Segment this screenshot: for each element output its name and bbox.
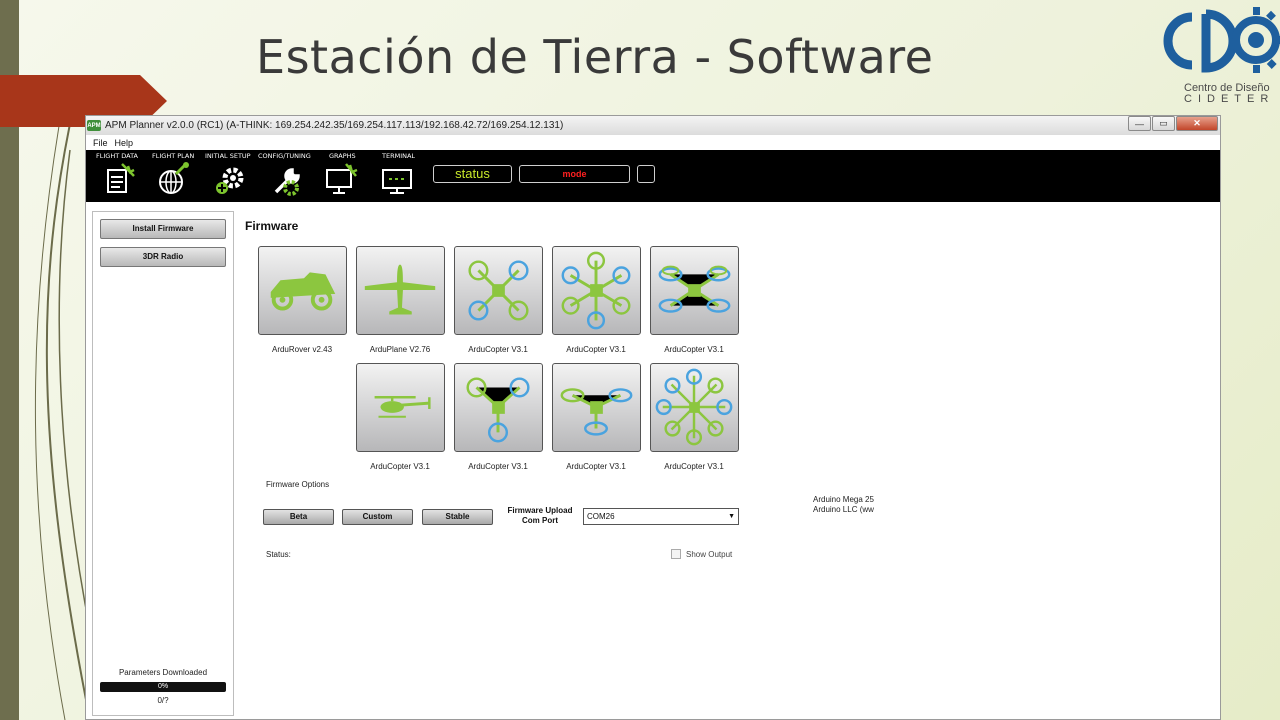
- toolbar-graphs[interactable]: GRAPHS: [326, 152, 371, 200]
- show-output-checkbox[interactable]: [671, 549, 681, 559]
- firmware-tile-label: ArduCopter V3.1: [468, 345, 528, 354]
- parameters-count: 0/?: [157, 696, 169, 705]
- com-port-select[interactable]: COM26 ▼: [583, 508, 739, 525]
- toolbar-label: FLIGHT DATA: [96, 152, 138, 160]
- rover-icon: [270, 272, 336, 311]
- flight-plan-icon: [159, 162, 189, 194]
- menu-help[interactable]: Help: [115, 138, 134, 148]
- y3-icon: [560, 388, 633, 436]
- toolbar-label: FLIGHT PLAN: [152, 152, 195, 160]
- window-controls: — ▭ ✕: [1127, 116, 1218, 131]
- toolbar-flight-plan[interactable]: FLIGHT PLAN: [152, 152, 204, 200]
- connect-indicator[interactable]: [637, 165, 655, 183]
- status-indicator: status: [433, 165, 512, 183]
- terminal-icon: [382, 169, 412, 194]
- beta-button[interactable]: Beta: [263, 509, 334, 525]
- tri-icon: [466, 377, 530, 443]
- firmware-upload-com-port-label: Firmware Upload Com Port: [507, 506, 573, 525]
- firmware-tile-rover[interactable]: [258, 246, 347, 335]
- setup-sidebar: Install Firmware 3DR Radio Parameters Do…: [92, 211, 234, 716]
- firmware-tile-heli[interactable]: [356, 363, 445, 452]
- firmware-options-label: Firmware Options: [266, 480, 330, 489]
- octa-icon: [655, 368, 733, 446]
- stable-button[interactable]: Stable: [422, 509, 493, 525]
- custom-button[interactable]: Custom: [342, 509, 413, 525]
- apm-planner-window: APM APM Planner v2.0.0 (RC1) (A-THINK: 1…: [85, 115, 1221, 720]
- main-toolbar: FLIGHT DATA FLIGHT PLAN INITIAL SETUP CO…: [86, 150, 1220, 202]
- plane-icon: [364, 264, 436, 315]
- close-button[interactable]: ✕: [1176, 116, 1218, 131]
- firmware-tile-tri[interactable]: [454, 363, 543, 452]
- config-tuning-icon: [274, 168, 300, 196]
- 3dr-radio-button[interactable]: 3DR Radio: [100, 247, 226, 267]
- app-icon: APM: [87, 120, 101, 131]
- firmware-title: Firmware: [245, 219, 299, 233]
- firmware-tile-label: ArduCopter V3.1: [566, 462, 626, 471]
- window-title: APM Planner v2.0.0 (RC1) (A-THINK: 169.2…: [105, 120, 564, 131]
- menu-bar: File Help: [86, 135, 1220, 150]
- y6-icon: [658, 265, 731, 313]
- firmware-tile-y6[interactable]: [650, 246, 739, 335]
- install-firmware-button[interactable]: Install Firmware: [100, 219, 226, 239]
- firmware-tile-plane[interactable]: [356, 246, 445, 335]
- show-output-toggle[interactable]: Show Output: [671, 549, 732, 559]
- firmware-tile-label: ArduCopter V3.1: [468, 462, 528, 471]
- minimize-button[interactable]: —: [1128, 116, 1151, 131]
- firmware-tile-label: ArduRover v2.43: [271, 345, 333, 354]
- toolbar-label: CONFIG/TUNING: [258, 152, 311, 160]
- firmware-tile-label: ArduCopter V3.1: [664, 462, 724, 471]
- toolbar-initial-setup[interactable]: INITIAL SETUP: [205, 152, 261, 200]
- firmware-tile-label: ArduCopter V3.1: [566, 345, 626, 354]
- graphs-icon: [326, 163, 358, 194]
- board-info: Arduino Mega 25 Arduino LLC (ww: [813, 495, 879, 515]
- firmware-tile-octa[interactable]: [650, 363, 739, 452]
- toolbar-terminal[interactable]: TERMINAL: [382, 152, 424, 200]
- mode-indicator: mode: [519, 165, 630, 183]
- firmware-tile-label: ArduPlane V2.76: [369, 345, 431, 354]
- slide-title: Estación de Tierra - Software: [256, 30, 934, 84]
- toolbar-config-tuning[interactable]: CONFIG/TUNING: [258, 152, 320, 200]
- firmware-tile-y3[interactable]: [552, 363, 641, 452]
- flight-data-icon: [107, 163, 135, 193]
- window-titlebar[interactable]: APM APM Planner v2.0.0 (RC1) (A-THINK: 1…: [86, 116, 1220, 135]
- initial-setup-icon: [216, 167, 244, 194]
- toolbar-label: TERMINAL: [382, 152, 416, 160]
- status-label: Status:: [266, 550, 291, 559]
- com-port-value: COM26: [587, 512, 615, 521]
- maximize-button[interactable]: ▭: [1152, 116, 1175, 131]
- menu-file[interactable]: File: [93, 138, 108, 148]
- toolbar-flight-data[interactable]: FLIGHT DATA: [96, 152, 148, 200]
- toolbar-label: INITIAL SETUP: [205, 152, 251, 160]
- show-output-label: Show Output: [686, 549, 733, 559]
- heli-icon: [374, 396, 431, 418]
- parameters-progress-bar: 0%: [100, 682, 226, 692]
- parameters-downloaded-label: Parameters Downloaded: [118, 668, 208, 677]
- progress-text: 0%: [157, 683, 169, 690]
- hexa-icon: [561, 251, 631, 330]
- board-info-line1: Arduino Mega 25: [813, 495, 874, 504]
- toolbar-label: GRAPHS: [329, 152, 356, 160]
- logo-subtitle-line2: CIDETER: [1184, 93, 1275, 105]
- quad-x-icon: [468, 260, 529, 321]
- firmware-tile-label: ArduCopter V3.1: [370, 462, 430, 471]
- firmware-tile-hexa[interactable]: [552, 246, 641, 335]
- firmware-tile-label: ArduCopter V3.1: [664, 345, 724, 354]
- firmware-tile-quad-x[interactable]: [454, 246, 543, 335]
- dropdown-arrow-icon: ▼: [728, 513, 735, 520]
- board-info-line2: Arduino LLC (ww: [813, 505, 874, 514]
